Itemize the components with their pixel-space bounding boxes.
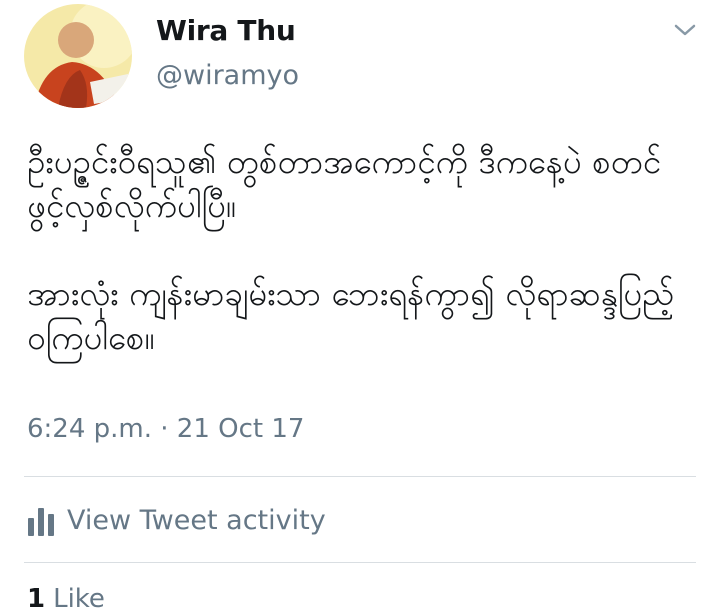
divider <box>24 476 696 477</box>
tweet-paragraph: ဦးပဥ္ဇင်းဝီရသူ၏ တွစ်တာအကောင့်ကို ဒီကနေ့ပ… <box>27 142 662 225</box>
author-display-name[interactable]: Wira Thu <box>156 14 296 47</box>
view-tweet-activity-label: View Tweet activity <box>67 504 326 536</box>
bar-chart-icon <box>27 504 55 536</box>
likes-count-label: Like <box>53 584 105 614</box>
author-handle[interactable]: @wiramyo <box>156 60 299 91</box>
divider <box>24 562 696 563</box>
avatar[interactable] <box>24 4 132 108</box>
chevron-down-icon[interactable] <box>670 18 700 42</box>
tweet-timestamp[interactable]: 6:24 p.m. · 21 Oct 17 <box>27 414 304 444</box>
tweet-text: ဦးပဥ္ဇင်းဝီရသူ၏ တွစ်တာအကောင့်ကို ဒီကနေ့ပ… <box>27 140 687 360</box>
likes-count[interactable]: 1 Like <box>27 584 105 614</box>
tweet-paragraph: အားလုံး ကျန်းမာချမ်းသာ ဘေးရန်ကွာ၍ လိုရာဆ… <box>27 274 674 357</box>
view-tweet-activity-button[interactable]: View Tweet activity <box>27 504 326 536</box>
likes-count-number: 1 <box>27 584 46 614</box>
